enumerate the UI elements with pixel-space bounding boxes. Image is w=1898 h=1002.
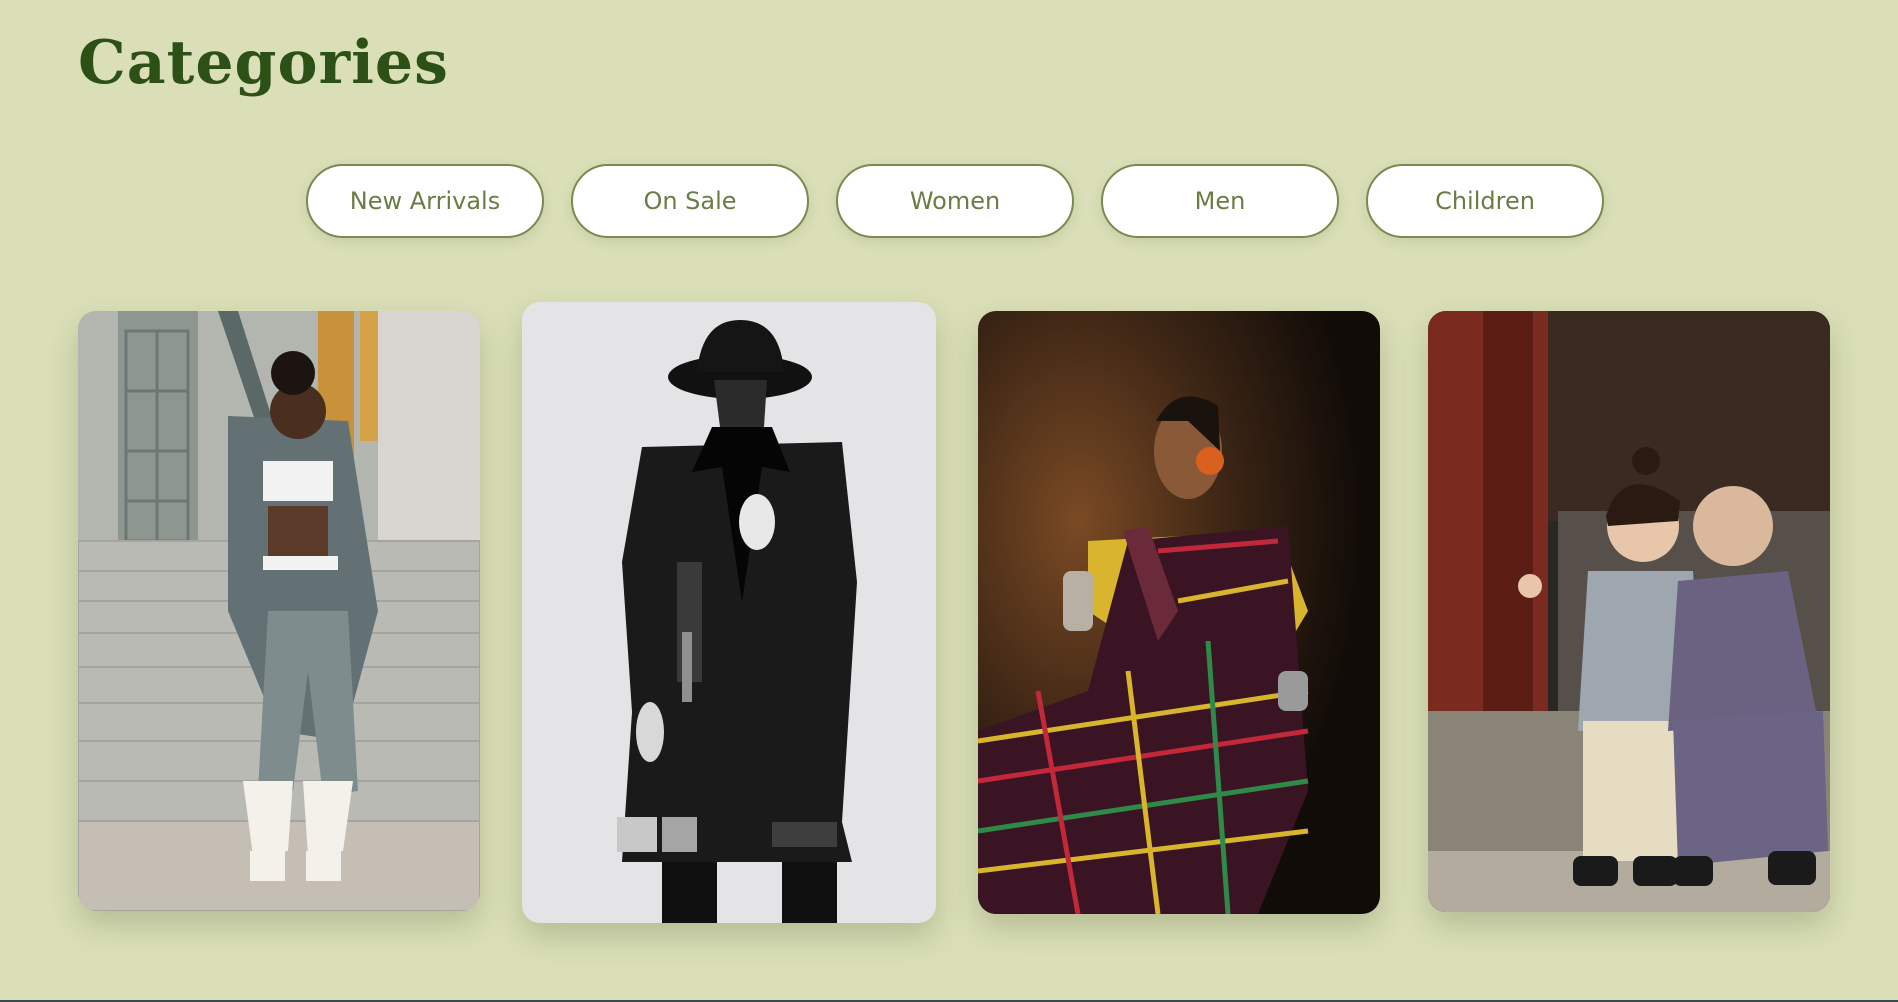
man-in-hat-photo: [522, 302, 936, 923]
page-title: Categories: [78, 28, 449, 98]
woman-street-photo: [78, 311, 480, 911]
category-filter-bar: New Arrivals On Sale Women Men Children: [306, 164, 1604, 238]
children-photo: [1428, 311, 1830, 912]
woman-saree-photo: [978, 311, 1380, 914]
category-card-children[interactable]: [1428, 311, 1830, 912]
category-card-on-sale[interactable]: [522, 302, 936, 923]
category-card-new-arrivals[interactable]: [78, 311, 480, 911]
category-men-button[interactable]: Men: [1101, 164, 1339, 238]
category-children-button[interactable]: Children: [1366, 164, 1604, 238]
category-new-arrivals-button[interactable]: New Arrivals: [306, 164, 544, 238]
category-women-button[interactable]: Women: [836, 164, 1074, 238]
category-card-women[interactable]: [978, 311, 1380, 914]
category-on-sale-button[interactable]: On Sale: [571, 164, 809, 238]
